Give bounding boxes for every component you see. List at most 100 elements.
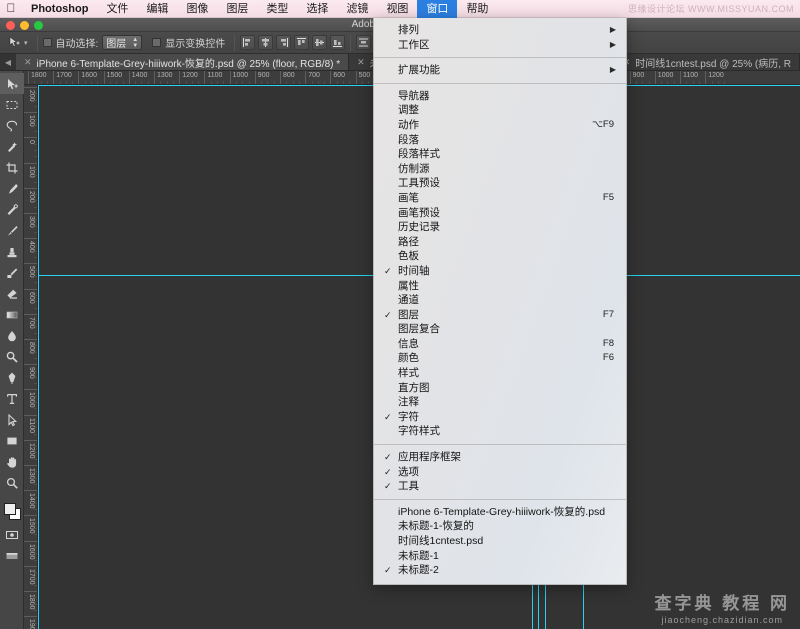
menu-select[interactable]: 选择 bbox=[297, 0, 337, 18]
menu-item[interactable]: 工作区 ▶ bbox=[374, 38, 626, 53]
menu-view[interactable]: 视图 bbox=[377, 0, 417, 18]
menu-filter[interactable]: 滤镜 bbox=[337, 0, 377, 18]
menu-item[interactable]: 工具预设 bbox=[374, 176, 626, 191]
menu-file[interactable]: 文件 bbox=[97, 0, 137, 18]
eraser-tool[interactable] bbox=[0, 283, 24, 304]
crop-tool[interactable] bbox=[0, 157, 24, 178]
window-controls[interactable] bbox=[6, 21, 43, 30]
close-window-button[interactable] bbox=[6, 21, 15, 30]
menu-item[interactable]: 未标题-1 bbox=[374, 549, 626, 564]
quick-selection-tool[interactable] bbox=[0, 136, 24, 157]
vertical-ruler[interactable]: 200 100 0 100 200 300 400 500 600 700 800 900 1000 11… bbox=[24, 85, 38, 629]
align-bottom-edges-button[interactable] bbox=[330, 35, 346, 50]
menu-item[interactable]: 仿制源 bbox=[374, 162, 626, 177]
menu-item[interactable]: ✓ 图层 F7 bbox=[374, 308, 626, 323]
type-tool[interactable] bbox=[0, 388, 24, 409]
zoom-tool[interactable] bbox=[0, 472, 24, 493]
menu-photoshop[interactable]: Photoshop bbox=[22, 0, 97, 18]
menu-item[interactable]: 段落样式 bbox=[374, 147, 626, 162]
menu-item[interactable]: 排列 ▶ bbox=[374, 23, 626, 38]
quick-mask-toggle[interactable] bbox=[0, 524, 24, 545]
menu-item[interactable]: 时间线1cntest.psd bbox=[374, 534, 626, 549]
menu-edit[interactable]: 编辑 bbox=[137, 0, 177, 18]
foreground-background-color-swatches[interactable] bbox=[0, 500, 24, 524]
pen-tool[interactable] bbox=[0, 367, 24, 388]
menu-item[interactable]: 画笔 F5 bbox=[374, 191, 626, 206]
menu-item[interactable]: 图层复合 bbox=[374, 322, 626, 337]
spot-healing-brush-tool[interactable] bbox=[0, 199, 24, 220]
align-right-edges-button[interactable] bbox=[276, 35, 292, 50]
gradient-tool[interactable] bbox=[0, 304, 24, 325]
tab-scroll-left-icon[interactable]: ◀ bbox=[0, 54, 16, 70]
window-menu-dropdown[interactable]: 排列 ▶ 工作区 ▶ 扩展功能 ▶ 导航器 调整 动作 ⌥F9 段落 段落样式 仿制源 工具预设 画笔 F5 画… bbox=[373, 18, 627, 585]
guide-vertical[interactable] bbox=[38, 85, 39, 629]
eyedropper-tool[interactable] bbox=[0, 178, 24, 199]
show-transform-controls-checkbox[interactable] bbox=[152, 38, 162, 47]
document-tab-timeline[interactable]: ✕ 时间线1cntest.psd @ 25% (病历, R bbox=[615, 54, 800, 70]
apple-icon[interactable]:  bbox=[0, 2, 22, 16]
menu-item[interactable]: 色板 bbox=[374, 249, 626, 264]
align-top-edges-button[interactable] bbox=[294, 35, 310, 50]
rectangular-marquee-tool[interactable] bbox=[0, 94, 24, 115]
menu-item[interactable]: 通道 bbox=[374, 293, 626, 308]
menu-window[interactable]: 窗口 bbox=[417, 0, 458, 18]
document-tab-iphone-template[interactable]: ✕ iPhone 6-Template-Grey-hiiiwork-恢复的.ps… bbox=[16, 54, 350, 70]
menu-item[interactable]: 注释 bbox=[374, 395, 626, 410]
clone-stamp-tool[interactable] bbox=[0, 241, 24, 262]
menu-item[interactable]: 段落 bbox=[374, 133, 626, 148]
minimize-window-button[interactable] bbox=[20, 21, 29, 30]
blur-tool[interactable] bbox=[0, 325, 24, 346]
menu-type[interactable]: 类型 bbox=[257, 0, 297, 18]
tool-preset-chevron-icon[interactable]: ▾ bbox=[24, 39, 28, 47]
path-selection-tool[interactable] bbox=[0, 409, 24, 430]
maximize-window-button[interactable] bbox=[34, 21, 43, 30]
ruler-tick: 700 bbox=[305, 71, 320, 84]
menu-layer[interactable]: 图层 bbox=[217, 0, 257, 18]
rectangle-shape-tool[interactable] bbox=[0, 430, 24, 451]
align-left-edges-button[interactable] bbox=[240, 35, 256, 50]
auto-select-checkbox[interactable] bbox=[42, 38, 52, 47]
move-tool[interactable] bbox=[0, 73, 24, 94]
menu-item[interactable]: ✓ 选项 bbox=[374, 465, 626, 480]
close-icon[interactable]: ✕ bbox=[24, 57, 32, 68]
auto-select-scope-dropdown[interactable]: 图层 ▲ ▼ bbox=[102, 35, 143, 50]
menu-item[interactable]: 画笔预设 bbox=[374, 206, 626, 221]
align-horizontal-centers-button[interactable] bbox=[258, 35, 274, 50]
close-icon[interactable]: ✕ bbox=[357, 57, 365, 68]
menu-item[interactable]: ✓ 工具 bbox=[374, 479, 626, 494]
ruler-minor-tick bbox=[59, 81, 61, 84]
hand-tool[interactable] bbox=[0, 451, 24, 472]
menu-item[interactable]: 字符样式 bbox=[374, 424, 626, 439]
menu-item[interactable]: 未标题-1-恢复的 bbox=[374, 519, 626, 534]
menu-item[interactable]: iPhone 6-Template-Grey-hiiiwork-恢复的.psd bbox=[374, 505, 626, 520]
menu-item[interactable]: ✓ 时间轴 bbox=[374, 264, 626, 279]
ruler-minor-tick bbox=[286, 81, 288, 84]
dodge-tool[interactable] bbox=[0, 346, 24, 367]
menu-item[interactable]: 信息 F8 bbox=[374, 337, 626, 352]
menu-item[interactable]: 属性 bbox=[374, 279, 626, 294]
menu-item[interactable]: ✓ 字符 bbox=[374, 410, 626, 425]
align-vertical-centers-button[interactable] bbox=[312, 35, 328, 50]
foreground-color-swatch[interactable] bbox=[4, 503, 16, 515]
menu-image[interactable]: 图像 bbox=[177, 0, 217, 18]
lasso-tool[interactable] bbox=[0, 115, 24, 136]
menu-item[interactable]: 历史记录 bbox=[374, 220, 626, 235]
screen-mode-toggle[interactable] bbox=[0, 545, 24, 566]
active-tool-move-icon[interactable]: ▾ bbox=[4, 35, 32, 51]
menu-item[interactable]: 路径 bbox=[374, 235, 626, 250]
menu-item[interactable]: 导航器 bbox=[374, 89, 626, 104]
menu-item[interactable]: 颜色 F6 bbox=[374, 351, 626, 366]
menu-item[interactable]: ✓ 未标题-2 bbox=[374, 563, 626, 578]
menu-item[interactable]: 调整 bbox=[374, 103, 626, 118]
menu-item[interactable]: ✓ 应用程序框架 bbox=[374, 450, 626, 465]
history-brush-tool[interactable] bbox=[0, 262, 24, 283]
menu-item[interactable]: 样式 bbox=[374, 366, 626, 381]
menu-separator bbox=[374, 498, 626, 500]
distribute-top-edges-button[interactable] bbox=[356, 35, 372, 50]
menu-help[interactable]: 帮助 bbox=[457, 0, 497, 18]
menu-item[interactable]: 扩展功能 ▶ bbox=[374, 63, 626, 78]
brush-tool[interactable] bbox=[0, 220, 24, 241]
menu-item[interactable]: 直方图 bbox=[374, 381, 626, 396]
menu-item[interactable]: 动作 ⌥F9 bbox=[374, 118, 626, 133]
ruler-tick-label: 1100 bbox=[207, 72, 223, 79]
